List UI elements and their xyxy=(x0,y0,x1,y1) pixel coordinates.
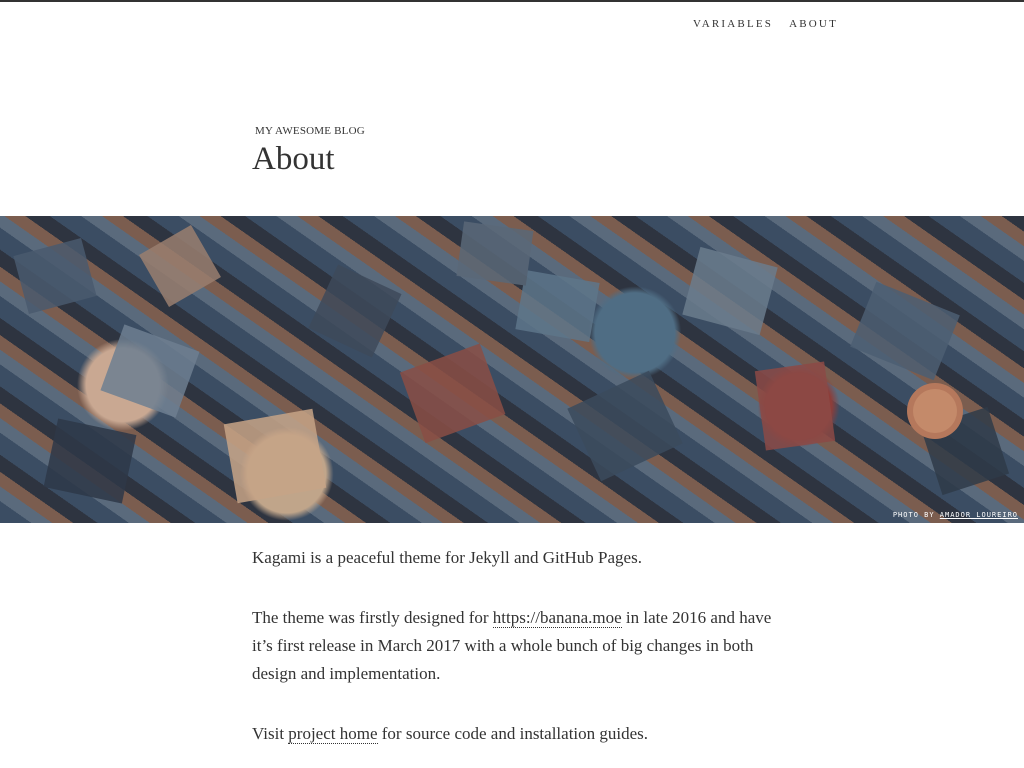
letterpress-blocks-illustration xyxy=(13,221,1010,504)
nav-link-about[interactable]: ABOUT xyxy=(789,18,838,30)
paragraph-intro: Kagami is a peaceful theme for Jekyll an… xyxy=(252,548,642,567)
hero-banner-image: PHOTO BY AMADOR LOUREIRO xyxy=(0,216,1024,523)
top-navigation: VARIABLES ABOUT xyxy=(693,18,838,30)
project-home-link[interactable]: project home xyxy=(288,724,378,744)
paragraph-history: The theme was firstly designed for https… xyxy=(252,604,782,688)
page-title: About xyxy=(252,141,335,177)
photo-credit: PHOTO BY AMADOR LOUREIRO xyxy=(893,511,1018,519)
blog-name-link[interactable]: MY AWESOME BLOG xyxy=(255,125,365,137)
paragraph-visit-text-end: for source code and installation guides. xyxy=(377,724,649,743)
paragraph-history-text-start: The theme was firstly designed for xyxy=(252,608,493,627)
photo-credit-prefix: PHOTO BY xyxy=(892,511,940,519)
banana-moe-link[interactable]: https://banana.moe xyxy=(492,608,622,628)
nav-link-variables[interactable]: VARIABLES xyxy=(693,18,773,30)
paragraph-visit-text-start: Visit xyxy=(252,724,289,743)
article-content: Kagami is a peaceful theme for Jekyll an… xyxy=(252,544,782,768)
paragraph-visit: Visit project home for source code and i… xyxy=(252,720,782,748)
photo-credit-link[interactable]: AMADOR LOUREIRO xyxy=(940,511,1018,519)
